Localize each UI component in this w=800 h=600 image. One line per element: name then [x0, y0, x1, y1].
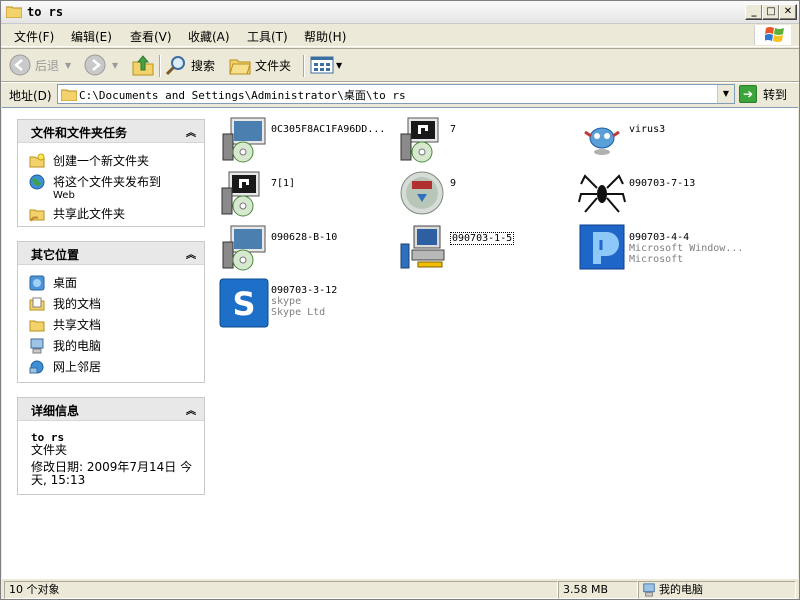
menu-view[interactable]: 查看(V) [130, 28, 172, 45]
toolbar-separator [303, 55, 304, 77]
back-arrow-icon [9, 54, 31, 76]
file-item[interactable]: virus3 [577, 114, 757, 166]
menu-bar: 文件(F) 编辑(E) 查看(V) 收藏(A) 工具(T) 帮助(H) [1, 24, 799, 47]
computer-icon [30, 338, 44, 354]
address-label: 地址(D) [9, 89, 52, 103]
place-network[interactable]: 网上邻居 [29, 358, 196, 375]
up-folder-icon [132, 55, 154, 76]
folder-icon [29, 320, 45, 332]
place-desktop[interactable]: 桌面 [29, 274, 196, 291]
detail-type: 文件夹 [31, 443, 68, 457]
documents-icon [29, 297, 45, 311]
network-icon [29, 360, 44, 374]
toolbar-separator [159, 55, 160, 77]
setup-icon [222, 225, 266, 271]
file-item[interactable]: S 090703-3-12 skype Skype Ltd [219, 278, 399, 330]
menu-file[interactable]: 文件(F) [14, 28, 54, 45]
close-button[interactable]: ✕ [779, 4, 797, 20]
views-icon [310, 56, 334, 74]
computer-icon [643, 583, 655, 597]
folders-button[interactable]: 文件夹 [229, 53, 291, 77]
file-tasks-panel: 文件和文件夹任务 ︽ 创建一个新文件夹 将这个文件夹发布到 Web 共享此文件夹 [17, 119, 205, 227]
windows-logo-icon [754, 25, 791, 45]
file-item[interactable]: 090703-4-4 Microsoft Window... Microsoft [577, 222, 757, 274]
nsis-icon [400, 171, 444, 215]
collapse-icon[interactable]: ︽ [186, 246, 196, 261]
music-icon [579, 224, 625, 270]
collapse-icon[interactable]: ︽ [186, 402, 196, 417]
new-folder-icon [29, 153, 45, 168]
forward-arrow-icon [84, 54, 106, 76]
menu-tools[interactable]: 工具(T) [247, 28, 288, 45]
svg-text:S: S [232, 285, 255, 323]
task-publish-web[interactable]: 将这个文件夹发布到 Web [29, 173, 196, 201]
chevron-down-icon: ▼ [336, 60, 343, 70]
status-bar: 10 个对象 3.58 MB 我的电脑 [1, 578, 799, 599]
views-button[interactable]: ▼ [310, 53, 342, 77]
file-item-selected[interactable]: 090703-1-5 [398, 222, 578, 274]
address-path: C:\Documents and Settings\Administrator\… [79, 89, 406, 102]
window-title: to rs [27, 5, 64, 19]
panel-header[interactable]: 详细信息 ︽ [18, 398, 204, 421]
search-icon [165, 56, 185, 76]
menu-favorites[interactable]: 收藏(A) [188, 28, 230, 45]
explorer-window: to rs _ □ ✕ 文件(F) 编辑(E) 查看(V) 收藏(A) 工具(T… [0, 0, 800, 600]
address-bar: 地址(D) C:\Documents and Settings\Administ… [1, 81, 799, 106]
menu-edit[interactable]: 编辑(E) [71, 28, 112, 45]
minimize-button[interactable]: _ [745, 4, 763, 20]
details-panel: 详细信息 ︽ to rs 文件夹 修改日期: 2009年7月14日 今天, 15… [17, 397, 205, 495]
title-bar[interactable]: to rs _ □ ✕ [1, 1, 799, 24]
status-size: 3.58 MB [558, 581, 638, 599]
other-places-panel: 其它位置 ︽ 桌面 我的文档 共享文档 我的电脑 网上邻居 [17, 241, 205, 383]
file-item[interactable]: 7[1] [219, 168, 399, 220]
chevron-down-icon: ▼ [65, 60, 72, 70]
status-object-count: 10 个对象 [4, 581, 558, 599]
collapse-icon[interactable]: ︽ [186, 124, 196, 139]
file-item[interactable]: 9 [398, 168, 578, 220]
globe-icon [29, 174, 45, 190]
place-my-documents[interactable]: 我的文档 [29, 295, 196, 312]
panel-header[interactable]: 其它位置 ︽ [18, 242, 204, 265]
folder-icon [61, 89, 77, 101]
file-item[interactable]: 7 [398, 114, 578, 166]
task-new-folder[interactable]: 创建一个新文件夹 [29, 152, 196, 169]
setup-icon [400, 117, 439, 163]
up-folder-button[interactable] [131, 53, 155, 77]
panel-header[interactable]: 文件和文件夹任务 ︽ [18, 120, 204, 143]
file-item[interactable]: 0C305F8AC1FA96DD... [219, 114, 399, 166]
menu-help[interactable]: 帮助(H) [304, 28, 346, 45]
folder-icon [6, 6, 22, 18]
alien-icon [584, 127, 620, 155]
skype-icon: S [219, 278, 269, 328]
place-shared-documents[interactable]: 共享文档 [29, 316, 196, 333]
detail-modified: 修改日期: 2009年7月14日 今天, 15:13 [31, 460, 193, 487]
go-arrow-icon: ➔ [739, 85, 757, 103]
share-folder-icon [29, 209, 45, 222]
forward-button[interactable]: ▼ [84, 53, 118, 77]
chevron-down-icon: ▼ [112, 60, 119, 70]
task-share-folder[interactable]: 共享此文件夹 [29, 205, 196, 222]
status-zone: 我的电脑 [638, 581, 796, 599]
back-button[interactable]: 后退 ▼ [9, 53, 71, 77]
go-button[interactable]: ➔ 转到 [739, 85, 787, 103]
task-pane: 文件和文件夹任务 ︽ 创建一个新文件夹 将这个文件夹发布到 Web 共享此文件夹… [2, 108, 212, 578]
setup-icon [222, 117, 266, 163]
desktop-icon [29, 275, 45, 291]
place-my-computer[interactable]: 我的电脑 [29, 337, 196, 354]
maximize-button[interactable]: □ [762, 4, 780, 20]
spider-icon [578, 174, 626, 213]
search-button[interactable]: 搜索 [165, 53, 215, 77]
installer-icon [400, 225, 445, 269]
file-item[interactable]: 090628-B-10 [219, 222, 399, 274]
address-dropdown-button[interactable]: ▼ [717, 85, 734, 103]
address-input[interactable]: C:\Documents and Settings\Administrator\… [57, 84, 735, 104]
file-item[interactable]: 090703-7-13 [577, 168, 757, 220]
toolbar: 后退 ▼ ▼ 搜索 文件夹 ▼ [1, 48, 799, 83]
main-area: 文件和文件夹任务 ︽ 创建一个新文件夹 将这个文件夹发布到 Web 共享此文件夹… [2, 107, 798, 578]
setup-icon [221, 171, 260, 217]
folder-icon [229, 59, 251, 75]
